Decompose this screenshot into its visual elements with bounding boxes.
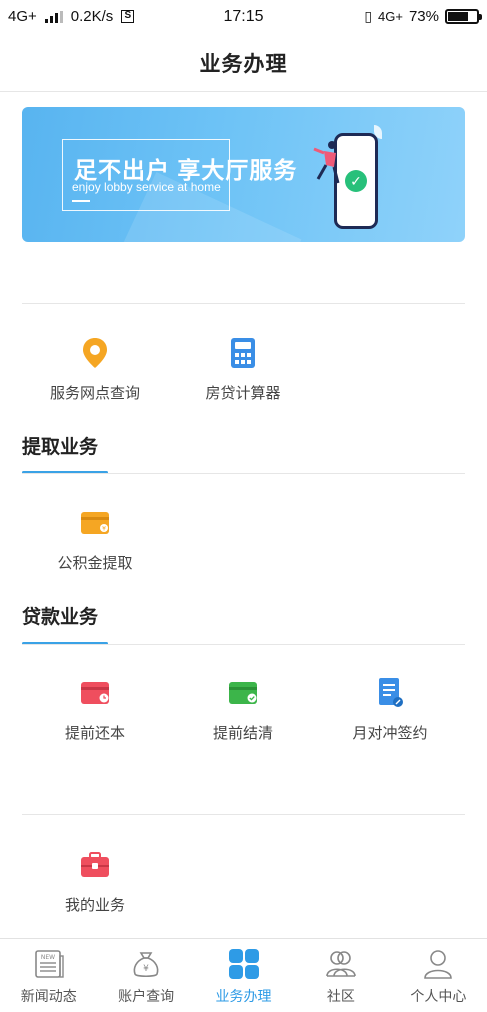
news-icon: NEW — [32, 947, 66, 981]
wallet-icon: ¥ — [80, 508, 110, 538]
money-bag-icon: ¥ — [129, 947, 163, 981]
network-right-label: 4G+ — [378, 9, 403, 24]
location-pin-icon — [80, 338, 110, 368]
divider — [22, 303, 465, 304]
service-monthly-offset-label: 月对冲签约 — [352, 725, 428, 742]
divider — [22, 814, 465, 815]
grid-icon — [227, 947, 261, 981]
battery-icon — [445, 9, 482, 24]
service-outlet-query-label: 服务网点查询 — [49, 385, 140, 402]
tab-account-query-label: 账户查询 — [118, 988, 175, 1004]
tab-news-label: 新闻动态 — [20, 988, 77, 1004]
community-icon — [324, 947, 358, 981]
tab-account-query[interactable]: ¥ 账户查询 — [97, 939, 194, 1012]
section-title-loans: 贷款业务 — [22, 607, 99, 628]
service-loan-calculator-label: 房贷计算器 — [205, 385, 281, 402]
tab-profile[interactable]: 个人中心 — [390, 939, 487, 1012]
service-outlet-query[interactable]: 服务网点查询 — [25, 338, 165, 403]
section-title-withdrawal: 提取业务 — [22, 437, 99, 458]
card-check-icon — [228, 678, 258, 708]
tab-business[interactable]: 业务办理 — [195, 939, 292, 1012]
tab-community-label: 社区 — [326, 988, 355, 1004]
service-monthly-offset[interactable]: 月对冲签约 — [320, 678, 460, 743]
tab-community[interactable]: 社区 — [292, 939, 389, 1012]
divider — [22, 473, 465, 474]
person-illustration — [313, 141, 340, 184]
status-bar: 4G+ 0.2K/s S 17:15 ▯ 4G+ 73% — [0, 0, 487, 34]
tab-profile-label: 个人中心 — [410, 988, 467, 1004]
calculator-icon — [228, 338, 258, 368]
divider — [22, 644, 465, 645]
my-business[interactable]: 我的业务 — [25, 850, 165, 915]
service-fund-withdrawal[interactable]: ¥ 公积金提取 — [25, 508, 165, 573]
person-icon — [421, 947, 455, 981]
service-early-settlement-label: 提前结清 — [212, 725, 273, 742]
check-icon: ✓ — [345, 170, 367, 192]
service-loan-calculator[interactable]: 房贷计算器 — [173, 338, 313, 403]
service-early-repayment[interactable]: 提前还本 — [25, 678, 165, 743]
svg-text:¥: ¥ — [102, 526, 106, 533]
service-fund-withdrawal-label: 公积金提取 — [57, 555, 133, 572]
svg-text:¥: ¥ — [143, 964, 149, 974]
service-early-settlement[interactable]: 提前结清 — [173, 678, 313, 743]
bottom-tab-bar: NEW 新闻动态 ¥ 账户查询 业务办理 社区 个人中心 — [0, 938, 487, 1012]
promo-banner[interactable]: 足不出户 享大厅服务 enjoy lobby service at home ✓ — [22, 107, 465, 242]
tab-news[interactable]: NEW 新闻动态 — [0, 939, 97, 1012]
card-clock-icon — [80, 678, 110, 708]
title-bar: 业务办理 — [0, 34, 487, 92]
banner-dash — [72, 200, 90, 202]
page-title: 业务办理 — [199, 52, 288, 76]
service-early-repayment-label: 提前还本 — [64, 725, 125, 742]
battery-percent: 73% — [408, 8, 439, 25]
tab-business-label: 业务办理 — [215, 988, 272, 1004]
my-business-label: 我的业务 — [64, 897, 125, 914]
banner-subtitle: enjoy lobby service at home — [72, 180, 221, 194]
briefcase-icon — [80, 850, 110, 880]
vibrate-icon: ▯ — [364, 8, 373, 24]
svg-text:NEW: NEW — [41, 954, 55, 961]
document-sign-icon — [375, 678, 405, 708]
